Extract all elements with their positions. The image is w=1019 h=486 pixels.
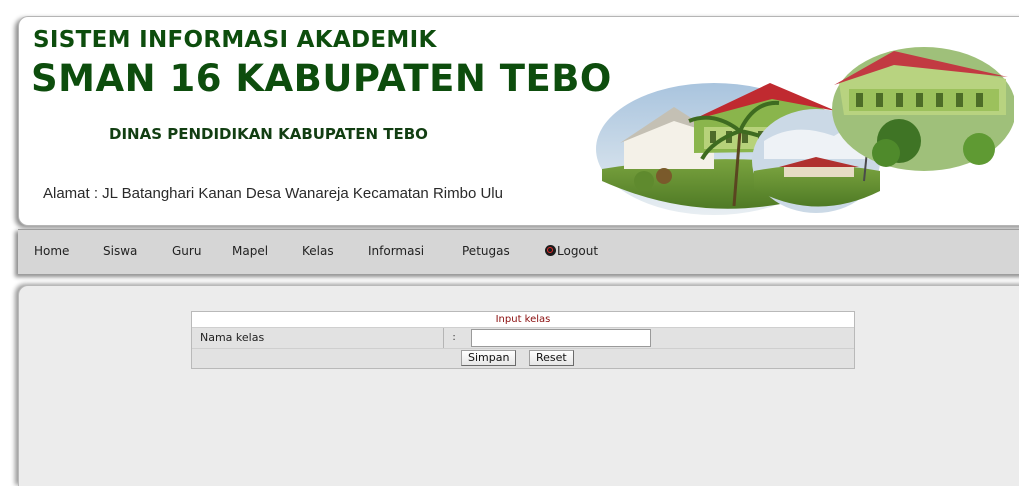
main-content: Input kelas Nama kelas : Simpan Reset [18, 285, 1019, 486]
nav-petugas[interactable]: Petugas [462, 244, 510, 258]
nav-guru[interactable]: Guru [172, 244, 201, 258]
nav-logout[interactable]: Logout [545, 244, 598, 258]
nav-home[interactable]: Home [34, 244, 69, 258]
logout-label: Logout [557, 244, 599, 258]
school-name: SMAN 16 KABUPATEN TEBO [31, 57, 612, 100]
colon-separator: : [443, 328, 464, 348]
school-photo-collage [596, 47, 1014, 215]
nav-kelas[interactable]: Kelas [302, 244, 334, 258]
form-button-row: Simpan Reset [192, 349, 854, 368]
app-title: SISTEM INFORMASI AKADEMIK [33, 27, 437, 53]
site-header: SISTEM INFORMASI AKADEMIK SMAN 16 KABUPA… [18, 16, 1019, 226]
nav-siswa[interactable]: Siswa [103, 244, 137, 258]
power-icon [545, 245, 556, 256]
nav-mapel[interactable]: Mapel [232, 244, 268, 258]
form-row-nama-kelas: Nama kelas : [192, 328, 854, 349]
simpan-button[interactable]: Simpan [461, 350, 517, 366]
nama-kelas-input[interactable] [471, 329, 651, 347]
school-photo-3 [832, 47, 1014, 171]
reset-button[interactable]: Reset [529, 350, 574, 366]
main-nav: Home Siswa Guru Mapel Kelas Informasi Pe… [18, 229, 1019, 275]
nama-kelas-label: Nama kelas [200, 331, 265, 344]
nav-informasi[interactable]: Informasi [368, 244, 424, 258]
school-address: Alamat : JL Batanghari Kanan Desa Wanare… [43, 185, 503, 202]
form-title: Input kelas [192, 312, 854, 328]
input-kelas-form: Input kelas Nama kelas : Simpan Reset [191, 311, 855, 369]
agency-name: DINAS PENDIDIKAN KABUPATEN TEBO [109, 125, 428, 143]
